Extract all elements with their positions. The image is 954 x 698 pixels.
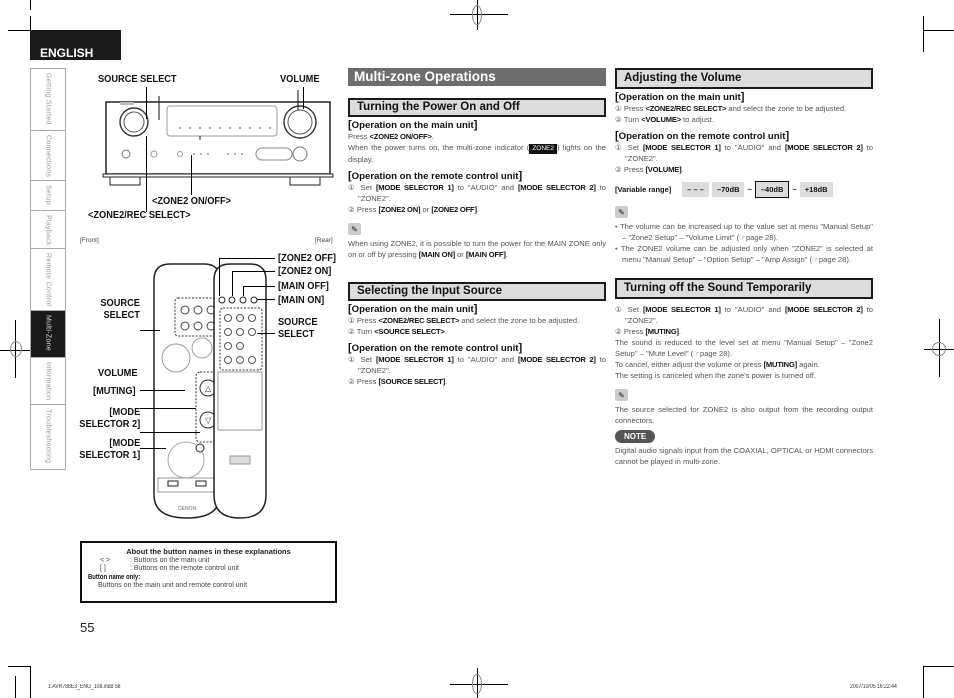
range-value: –70dB	[711, 182, 745, 197]
label-main-off: [MAIN OFF]	[278, 280, 329, 292]
label-remote-source-select: SOURCE SELECT	[100, 297, 140, 321]
range-value-default: –40dB	[754, 181, 790, 198]
nav-label: Playback	[44, 215, 52, 246]
main-title: Multi-zone Operations	[348, 68, 606, 86]
label-zone2-on: [ZONE2 ON]	[278, 265, 332, 277]
heading-remote: [Operation on the remote control unit]	[348, 342, 523, 355]
nav-label: Getting Started	[44, 73, 52, 125]
input-remote-step-2: ② Press [SOURCE SELECT].	[348, 377, 448, 386]
mute-step-2: ② Press [MUTING].	[615, 327, 681, 336]
mute-text-3: The setting is canceled when the zone's …	[615, 371, 816, 380]
label-mode-selector-2: [MODE SELECTOR 2]	[79, 406, 140, 430]
mute-step-1: ① Set [MODE SELECTOR 1] to "AUDIO" and […	[615, 305, 873, 325]
volume-remote-step-2: ② Press [VOLUME].	[615, 165, 684, 174]
legend-row: < >: Buttons on the main unit	[100, 557, 210, 564]
volume-main-step-2: ② Turn <VOLUME> to adjust.	[615, 115, 714, 124]
nav-item-connections[interactable]: Connections	[31, 131, 65, 181]
label-volume: VOLUME	[280, 73, 320, 85]
pencil-icon: ✎	[348, 223, 361, 235]
button-name-legend: About the button names in these explanat…	[80, 541, 337, 603]
power-main-text: When the power turns on, the multi-zone …	[348, 143, 606, 164]
zone2-indicator: ZONE2	[529, 144, 557, 154]
nav-label: Multi-Zone	[44, 315, 52, 352]
range-value: +18dB	[799, 182, 833, 197]
input-main-step-2: ② Turn <SOURCE SELECT>.	[348, 327, 447, 336]
page-number: 55	[80, 620, 95, 635]
nav-label: Connections	[44, 135, 52, 178]
label-zone2-rec-select: <ZONE2/REC SELECT>	[88, 209, 191, 221]
nav-item-getting-started[interactable]: Getting Started	[31, 69, 65, 131]
heading-main-unit: [Operation on the main unit]	[615, 91, 745, 104]
legend-subheading: Button name only:	[88, 574, 141, 581]
column-middle: Multi-zone Operations Turning the Power …	[348, 68, 606, 387]
language-tab: ENGLISH	[30, 30, 121, 60]
footer-file: 1.AVR788E3_ENG_108.indd 58	[48, 684, 121, 690]
range-value: – – –	[682, 182, 709, 197]
footer-timestamp: 2007/10/05 16:22:44	[850, 684, 897, 690]
nav-label: Troubleshooting	[44, 409, 52, 464]
input-main-step-1: ① Press <ZONE2/REC SELECT> and select th…	[348, 316, 580, 325]
power-tip: When using ZONE2, it is possible to turn…	[348, 239, 606, 259]
label-front: [Front]	[80, 237, 99, 244]
nav-item-remote-control[interactable]: Remote Control	[31, 249, 65, 311]
label-rear: [Rear]	[315, 237, 333, 244]
nav-item-setup[interactable]: Setup	[31, 181, 65, 211]
pencil-icon: ✎	[615, 389, 628, 401]
mute-text-1: The sound is reduced to the level set at…	[615, 338, 873, 358]
heading-main-unit: [Operation on the main unit]	[348, 303, 478, 316]
section-title-mute: Turning off the Sound Temporarily	[615, 278, 873, 299]
label-zone2-on-off: <ZONE2 ON/OFF>	[152, 195, 232, 207]
input-remote-step-1: ① Set [MODE SELECTOR 1] to "AUDIO" and […	[348, 355, 606, 375]
nav-label: Remote Control	[44, 253, 52, 307]
nav-label: Information	[44, 362, 52, 401]
mute-text-2: To cancel, either adjust the volume or p…	[615, 360, 820, 369]
power-main-press: Press <ZONE2 ON/OFF>.	[348, 132, 434, 141]
note-badge: NOTE	[615, 430, 656, 443]
volume-bullet-2: • The ZONE2 volume can be adjusted only …	[615, 244, 873, 264]
side-nav: Getting Started Connections Setup Playba…	[30, 68, 66, 470]
receiver-drawing	[102, 90, 334, 186]
nav-item-multi-zone[interactable]: Multi-Zone	[31, 311, 65, 358]
note-text: Digital audio signals input from the COA…	[615, 446, 873, 466]
nav-label: Setup	[44, 185, 52, 205]
power-remote-step-1: ① Set [MODE SELECTOR 1] to "AUDIO" and […	[348, 183, 606, 203]
nav-item-troubleshooting[interactable]: Troubleshooting	[31, 405, 65, 469]
heading-remote: [Operation on the remote control unit]	[615, 130, 790, 143]
nav-item-playback[interactable]: Playback	[31, 211, 65, 249]
label-source-select: SOURCE SELECT	[98, 73, 177, 85]
volume-main-step-1: ① Press <ZONE2/REC SELECT> and select th…	[615, 104, 847, 113]
svg-text:DENON: DENON	[178, 506, 196, 512]
pencil-icon: ✎	[615, 206, 628, 218]
legend-row: [ ]: Buttons on the remote control unit	[100, 565, 239, 572]
label-mode-selector-1: [MODE SELECTOR 1]	[79, 437, 140, 461]
label-rear-source-select: SOURCE SELECT	[278, 316, 318, 340]
power-remote-step-2: ② Press [ZONE2 ON] or [ZONE2 OFF].	[348, 205, 479, 214]
legend-subtext: Buttons on the main unit and remote cont…	[98, 582, 248, 589]
label-main-on: [MAIN ON]	[278, 294, 325, 306]
heading-main-unit: [Operation on the main unit]	[348, 119, 478, 132]
variable-range: [Variable range] – – – –70dB ~ –40dB ~ +…	[615, 181, 873, 198]
section-title-input: Selecting the Input Source	[348, 282, 606, 301]
nav-item-information[interactable]: Information	[31, 358, 65, 405]
heading-remote: [Operation on the remote control unit]	[348, 170, 523, 183]
column-right: Adjusting the Volume [Operation on the m…	[615, 68, 873, 467]
label-zone2-off: [ZONE2 OFF]	[278, 252, 337, 264]
label-remote-volume: VOLUME	[98, 367, 138, 379]
section-title-volume: Adjusting the Volume	[615, 68, 873, 89]
label-muting: [MUTING]	[93, 385, 136, 397]
section-title-power: Turning the Power On and Off	[348, 98, 606, 117]
mute-tip: The source selected for ZONE2 is also ou…	[615, 405, 873, 425]
volume-bullet-1: • The volume can be increased up to the …	[615, 222, 873, 242]
volume-remote-step-1: ① Set [MODE SELECTOR 1] to "AUDIO" and […	[615, 143, 873, 163]
legend-title: About the button names in these explanat…	[126, 547, 291, 556]
